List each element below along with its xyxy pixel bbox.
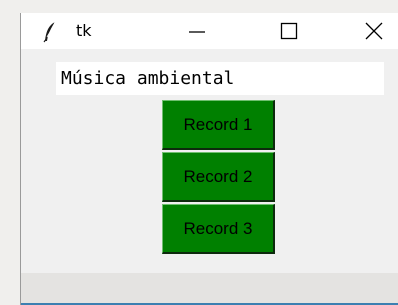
close-button[interactable] — [351, 13, 397, 49]
maximize-button[interactable] — [266, 13, 312, 49]
tk-window: tk Record 1 Record 2 Record 3 — [20, 13, 398, 305]
record-3-button[interactable]: Record 3 — [162, 204, 275, 254]
tk-feather-icon — [43, 21, 57, 43]
window-title: tk — [76, 21, 92, 40]
minimize-icon — [189, 31, 205, 33]
minimize-button[interactable] — [174, 13, 220, 49]
maximize-icon — [280, 22, 298, 40]
record-1-button[interactable]: Record 1 — [162, 100, 275, 150]
text-entry[interactable] — [56, 62, 384, 95]
record-2-button[interactable]: Record 2 — [162, 152, 275, 202]
window-client-area: Record 1 Record 2 Record 3 — [21, 49, 398, 305]
title-bar[interactable]: tk — [21, 13, 398, 49]
close-icon — [365, 22, 383, 40]
bottom-strip — [21, 273, 398, 303]
